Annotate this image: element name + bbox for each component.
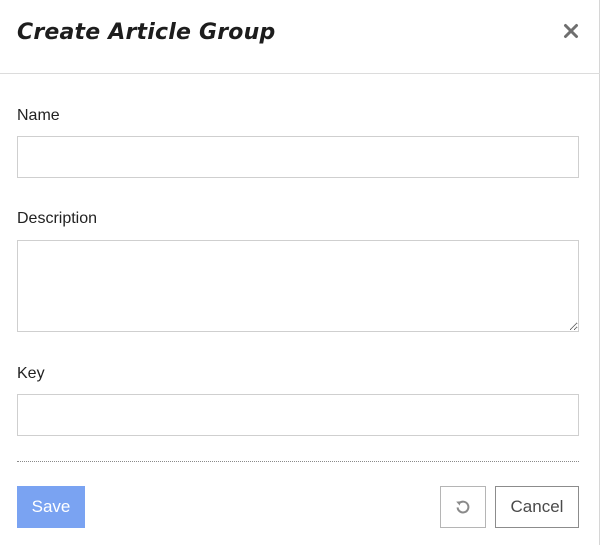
reset-button[interactable] [440, 486, 486, 528]
key-label: Key [17, 365, 45, 382]
cancel-button[interactable]: Cancel [495, 486, 579, 528]
dialog-header: Create Article Group [0, 0, 600, 74]
name-label: Name [17, 107, 60, 124]
description-label: Description [17, 210, 98, 227]
undo-icon [456, 500, 470, 514]
name-input[interactable] [17, 136, 579, 178]
footer-divider [17, 461, 579, 462]
description-textarea[interactable] [17, 240, 579, 332]
save-button[interactable]: Save [17, 486, 85, 528]
dialog-title: Create Article Group [17, 20, 276, 45]
close-button[interactable] [561, 21, 581, 41]
key-input[interactable] [17, 394, 579, 436]
close-icon [564, 24, 578, 38]
create-article-group-dialog: Create Article Group Name Description Ke… [0, 0, 600, 545]
